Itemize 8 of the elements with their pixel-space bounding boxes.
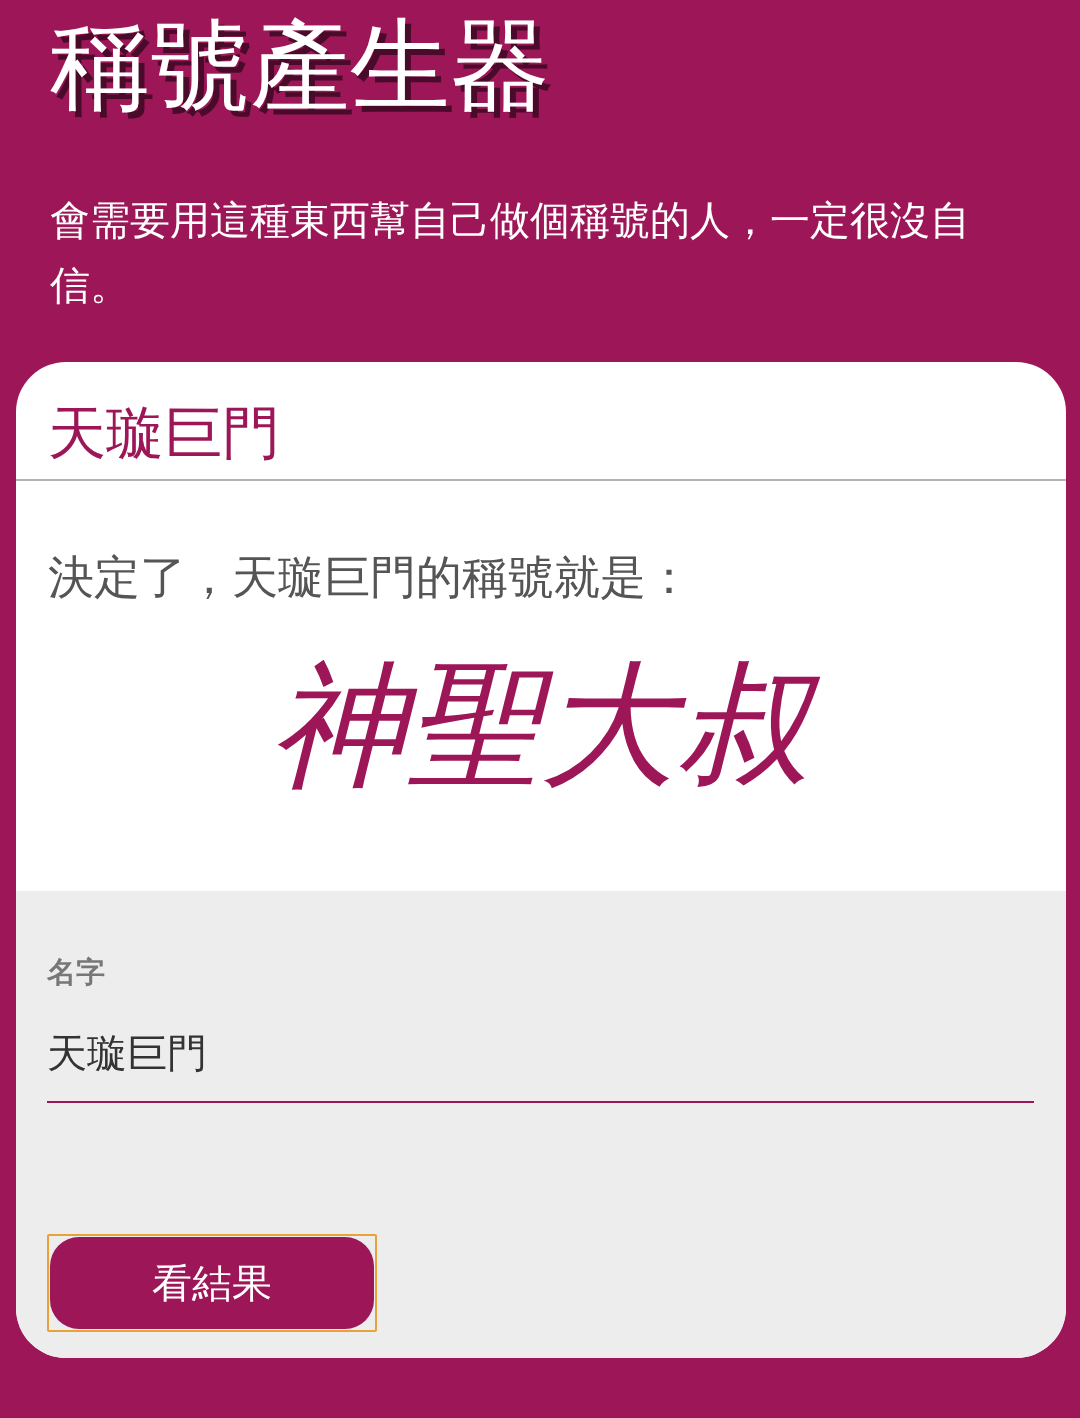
page-title: 稱號產生器 bbox=[50, 6, 551, 126]
input-field[interactable]: 天璇巨門 bbox=[47, 1006, 1034, 1104]
field-label: 名字 bbox=[47, 953, 106, 991]
result-intro: 決定了，天璇巨門的稱號就是： bbox=[48, 548, 693, 606]
result-nickname: 神聖大叔 bbox=[48, 644, 1034, 807]
submit-button[interactable]: 看結果 bbox=[47, 1234, 377, 1333]
page-description: 會需要用這種東西幫自己做個稱號的人，一定很沒自信。 bbox=[50, 196, 971, 310]
card-title: 天璇巨門 bbox=[48, 399, 281, 469]
